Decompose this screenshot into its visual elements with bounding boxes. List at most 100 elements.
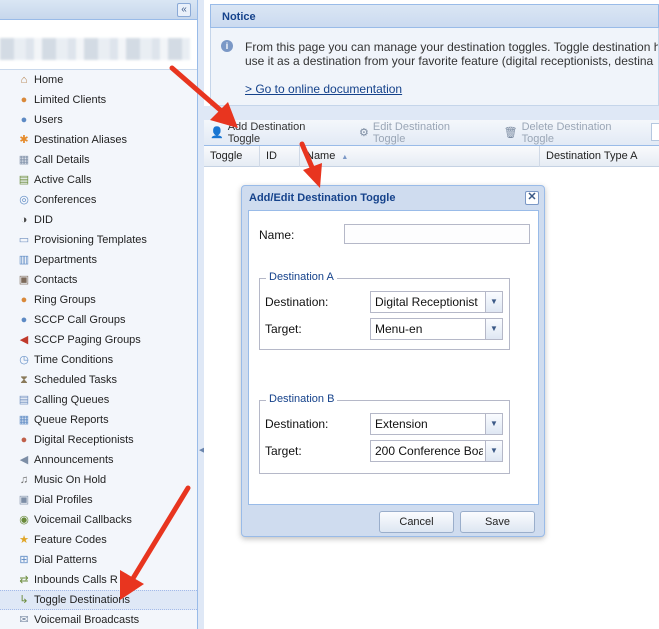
notice-text: From this page you can manage your desti…: [245, 40, 659, 68]
sidebar-header: «: [0, 0, 197, 20]
sidebar-item-home[interactable]: ⌂ Home: [0, 70, 197, 90]
sidebar-item-label: Dial Profiles: [34, 494, 93, 506]
destination-b-select[interactable]: Extension ▼: [370, 413, 503, 435]
sidebar-item-label: Voicemail Callbacks: [34, 514, 132, 526]
sidebar-item-did[interactable]: ◑ DID: [0, 210, 197, 230]
callback-icon: ◉: [19, 514, 29, 526]
sidebar-item-label: Ring Groups: [34, 294, 96, 306]
column-name[interactable]: Name ▲: [300, 146, 540, 167]
sidebar-item-queue-reports[interactable]: ▦ Queue Reports: [0, 410, 197, 430]
sidebar-item-limited-clients[interactable]: ● Limited Clients: [0, 90, 197, 110]
document-icon: ▭: [18, 234, 30, 246]
sidebar: « ⌂ Home ● Limited Clients ● Users ✱ Destinatio…: [0, 0, 198, 629]
edit-toggle-label: Edit Destination Toggle: [372, 120, 450, 145]
sidebar-item-label: Time Conditions: [34, 354, 114, 366]
column-name-label: Name: [306, 150, 336, 162]
chevron-down-icon[interactable]: ▼: [485, 441, 502, 461]
destination-a-select[interactable]: Digital Receptionist ▼: [370, 291, 503, 313]
dialog-title-text: Add/Edit Destination Toggle: [249, 192, 396, 204]
sidebar-item-sccp-paging-groups[interactable]: ◀ SCCP Paging Groups: [0, 330, 197, 350]
sidebar-item-label: Calling Queues: [34, 394, 110, 406]
name-field[interactable]: [344, 224, 530, 244]
documentation-link[interactable]: > Go to online documentation: [245, 82, 402, 96]
sidebar-item-sccp-call-groups[interactable]: ● SCCP Call Groups: [0, 310, 197, 330]
toggle-dialog: Add/Edit Destination Toggle ✕ Name: Dest…: [241, 185, 545, 537]
save-button[interactable]: Save: [460, 511, 535, 533]
column-destination-type-a[interactable]: Destination Type A: [540, 146, 659, 167]
chart-icon: ▤: [18, 174, 30, 186]
chevron-down-icon[interactable]: ▼: [485, 414, 502, 434]
dialog-form: Name: Destination A Destination: Digital…: [248, 210, 539, 505]
user-banner: [0, 20, 197, 70]
destination-b-value: Extension: [375, 417, 428, 431]
sidebar-item-label: Destination Aliases: [34, 134, 127, 146]
sidebar-item-time-conditions[interactable]: ◷ Time Conditions: [0, 350, 197, 370]
target-a-label: Target:: [265, 322, 302, 336]
sidebar-item-label: Users: [34, 114, 63, 126]
conference-icon: ◎: [19, 194, 29, 206]
sidebar-item-announcements[interactable]: ◀ Announcements: [0, 450, 197, 470]
hourglass-icon: ⧗: [20, 374, 28, 386]
chevron-down-icon[interactable]: ▼: [485, 319, 502, 339]
sidebar-item-music-on-hold[interactable]: ♫ Music On Hold: [0, 470, 197, 490]
sidebar-item-label: DID: [34, 214, 53, 226]
sidebar-item-voicemail-broadcasts[interactable]: ✉ Voicemail Broadcasts: [0, 610, 197, 629]
info-icon: i: [221, 40, 233, 52]
sidebar-item-contacts[interactable]: ▣ Contacts: [0, 270, 197, 290]
sidebar-item-inbounds-calls-r[interactable]: ⇄ Inbounds Calls R: [0, 570, 197, 590]
notice-line-2: use it as a destination from your favori…: [245, 54, 654, 68]
sidebar-item-label: Home: [34, 74, 64, 86]
sidebar-item-calling-queues[interactable]: ▤ Calling Queues: [0, 390, 197, 410]
sidebar-item-label: Announcements: [34, 454, 114, 466]
user-icon: ●: [20, 94, 28, 106]
dialog-title: Add/Edit Destination Toggle ✕: [242, 186, 544, 210]
add-toggle-button[interactable]: 👤 Add Destination Toggle: [204, 121, 339, 145]
music-icon: ♫: [19, 474, 29, 486]
target-b-value: 200 Conference Board: [375, 444, 483, 458]
sidebar-item-label: SCCP Call Groups: [34, 314, 126, 326]
target-a-value: Menu-en: [375, 322, 423, 336]
destination-a-fieldset: Destination A Destination: Digital Recep…: [259, 271, 510, 350]
splitter-handle-icon[interactable]: ◀: [199, 446, 204, 454]
close-icon[interactable]: ✕: [525, 191, 539, 205]
destination-b-fieldset: Destination B Destination: Extension ▼ T…: [259, 393, 510, 474]
sidebar-item-provisioning-templates[interactable]: ▭ Provisioning Templates: [0, 230, 197, 250]
report-icon: ▦: [18, 414, 30, 426]
announcement-icon: ◀: [19, 454, 29, 466]
sidebar-item-dial-patterns[interactable]: ⊞ Dial Patterns: [0, 550, 197, 570]
sidebar-item-scheduled-tasks[interactable]: ⧗ Scheduled Tasks: [0, 370, 197, 390]
cancel-button[interactable]: Cancel: [379, 511, 454, 533]
sidebar-item-users[interactable]: ● Users: [0, 110, 197, 130]
sidebar-item-conferences[interactable]: ◎ Conferences: [0, 190, 197, 210]
search-input[interactable]: [651, 123, 659, 141]
delete-toggle-button[interactable]: 🗑 Delete Destination Toggle: [498, 121, 645, 145]
sidebar-item-destination-aliases[interactable]: ✱ Destination Aliases: [0, 130, 197, 150]
target-a-select[interactable]: Menu-en ▼: [370, 318, 503, 340]
sidebar-item-voicemail-callbacks[interactable]: ◉ Voicemail Callbacks: [0, 510, 197, 530]
sidebar-item-departments[interactable]: ▥ Departments: [0, 250, 197, 270]
toggle-icon: ↳: [19, 594, 29, 606]
queue-icon: ▤: [18, 394, 30, 406]
target-b-select[interactable]: 200 Conference Board ▼: [370, 440, 503, 462]
sidebar-item-call-details[interactable]: ▦ Call Details: [0, 150, 197, 170]
grid-toolbar: 👤 Add Destination Toggle ⚙ Edit Destinat…: [204, 120, 659, 146]
spacer: [204, 106, 659, 120]
ring-group-icon: ●: [20, 294, 28, 306]
sidebar-item-label: Toggle Destinations: [34, 594, 131, 606]
sidebar-item-toggle-destinations[interactable]: ↳ Toggle Destinations: [0, 590, 197, 610]
destination-a-label: Destination:: [265, 295, 329, 309]
column-toggle[interactable]: Toggle: [204, 146, 260, 167]
destination-a-value: Digital Receptionist: [375, 295, 478, 309]
column-id[interactable]: ID: [260, 146, 300, 167]
chevron-down-icon[interactable]: ▼: [485, 292, 502, 312]
collapse-sidebar-icon[interactable]: «: [177, 3, 191, 17]
notice-line-1: From this page you can manage your desti…: [245, 40, 659, 54]
sidebar-item-label: Limited Clients: [34, 94, 107, 106]
sidebar-item-active-calls[interactable]: ▤ Active Calls: [0, 170, 197, 190]
add-user-icon: 👤: [210, 127, 224, 139]
edit-toggle-button[interactable]: ⚙ Edit Destination Toggle: [353, 121, 484, 145]
sidebar-item-ring-groups[interactable]: ● Ring Groups: [0, 290, 197, 310]
sidebar-item-dial-profiles[interactable]: ▣ Dial Profiles: [0, 490, 197, 510]
sidebar-item-feature-codes[interactable]: ★ Feature Codes: [0, 530, 197, 550]
sidebar-item-digital-receptionists[interactable]: ● Digital Receptionists: [0, 430, 197, 450]
